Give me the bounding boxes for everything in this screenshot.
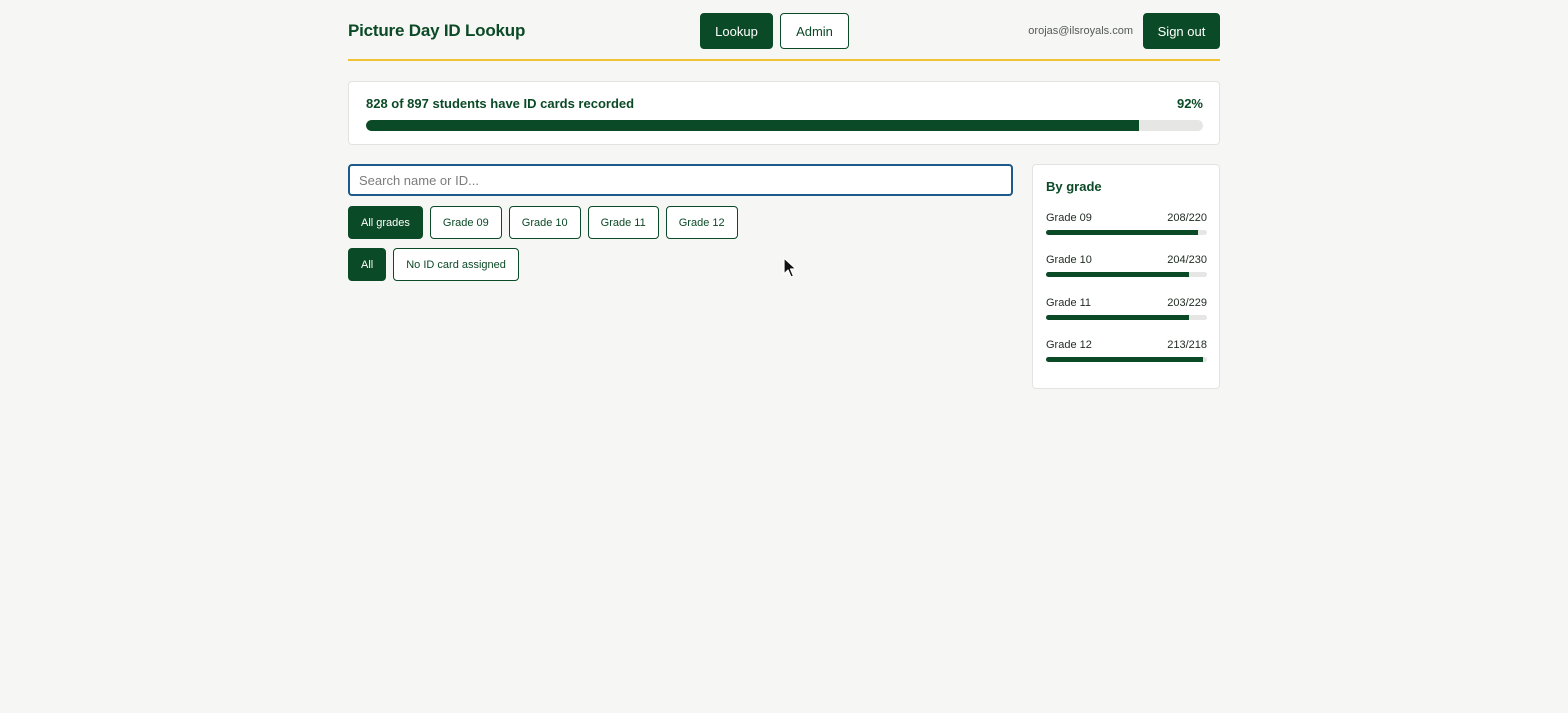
grade-stat-row: Grade 11 203/229	[1046, 297, 1207, 327]
status-chip-all[interactable]: All	[348, 248, 387, 281]
progress-percent: 92%	[1176, 96, 1203, 111]
grade-stat-label: Grade 09	[1046, 212, 1092, 224]
grade-stat-row: Grade 09 208/220	[1046, 212, 1207, 242]
filter-chip-grade-10[interactable]: Grade 10	[508, 206, 581, 239]
page-title: Picture Day ID Lookup	[348, 21, 526, 40]
grade-filter-group: All grades Grade 09 Grade 10 Grade 11 Grade …	[348, 206, 738, 239]
by-grade-title: By grade	[1046, 179, 1102, 194]
status-filter-group: All No ID card assigned	[348, 248, 519, 281]
main-nav: Lookup Admin	[700, 13, 849, 49]
filter-chip-grade-12[interactable]: Grade 12	[665, 206, 738, 239]
user-email: orojas@ilsroyals.com	[1028, 25, 1133, 37]
filter-chip-all-grades[interactable]: All grades	[348, 206, 423, 239]
grade-stat-label: Grade 12	[1046, 339, 1092, 351]
header: Picture Day ID Lookup Lookup Admin oroja…	[348, 0, 1220, 61]
grade-stat-count: 208/220	[1167, 212, 1207, 224]
progress-bar	[366, 120, 1203, 131]
grade-progress-bar	[1046, 272, 1207, 277]
sign-out-button[interactable]: Sign out	[1143, 13, 1220, 49]
mouse-pointer-icon	[783, 257, 797, 278]
by-grade-card: By grade Grade 09 208/220 Grade 10 204/230 G…	[1032, 164, 1220, 389]
lookup-button[interactable]: Lookup	[700, 13, 773, 49]
progress-card: 828 of 897 students have ID cards record…	[348, 81, 1220, 145]
grade-progress-fill	[1046, 230, 1199, 235]
grade-stat-row: Grade 10 204/230	[1046, 254, 1207, 284]
grade-stat-label: Grade 10	[1046, 254, 1092, 266]
progress-summary: 828 of 897 students have ID cards record…	[366, 96, 635, 111]
status-chip-no-id-card-assigned[interactable]: No ID card assigned	[393, 248, 519, 281]
filter-chip-grade-11[interactable]: Grade 11	[587, 206, 659, 239]
grade-stat-count: 204/230	[1167, 254, 1207, 266]
filter-chip-grade-09[interactable]: Grade 09	[429, 206, 502, 239]
grade-progress-bar	[1046, 315, 1207, 320]
admin-button[interactable]: Admin	[780, 13, 849, 49]
grade-progress-fill	[1046, 272, 1189, 277]
grade-progress-bar	[1046, 357, 1207, 362]
search-input[interactable]	[348, 164, 1013, 196]
progress-bar-fill	[366, 120, 1139, 131]
grade-stat-count: 213/218	[1167, 339, 1207, 351]
grade-stat-count: 203/229	[1167, 297, 1207, 309]
page: Picture Day ID Lookup Lookup Admin oroja…	[348, 0, 1220, 389]
grade-stat-row: Grade 12 213/218	[1046, 339, 1207, 369]
grade-progress-bar	[1046, 230, 1207, 235]
grade-progress-fill	[1046, 315, 1189, 320]
grade-progress-fill	[1046, 357, 1204, 362]
grade-stat-label: Grade 11	[1046, 297, 1092, 309]
